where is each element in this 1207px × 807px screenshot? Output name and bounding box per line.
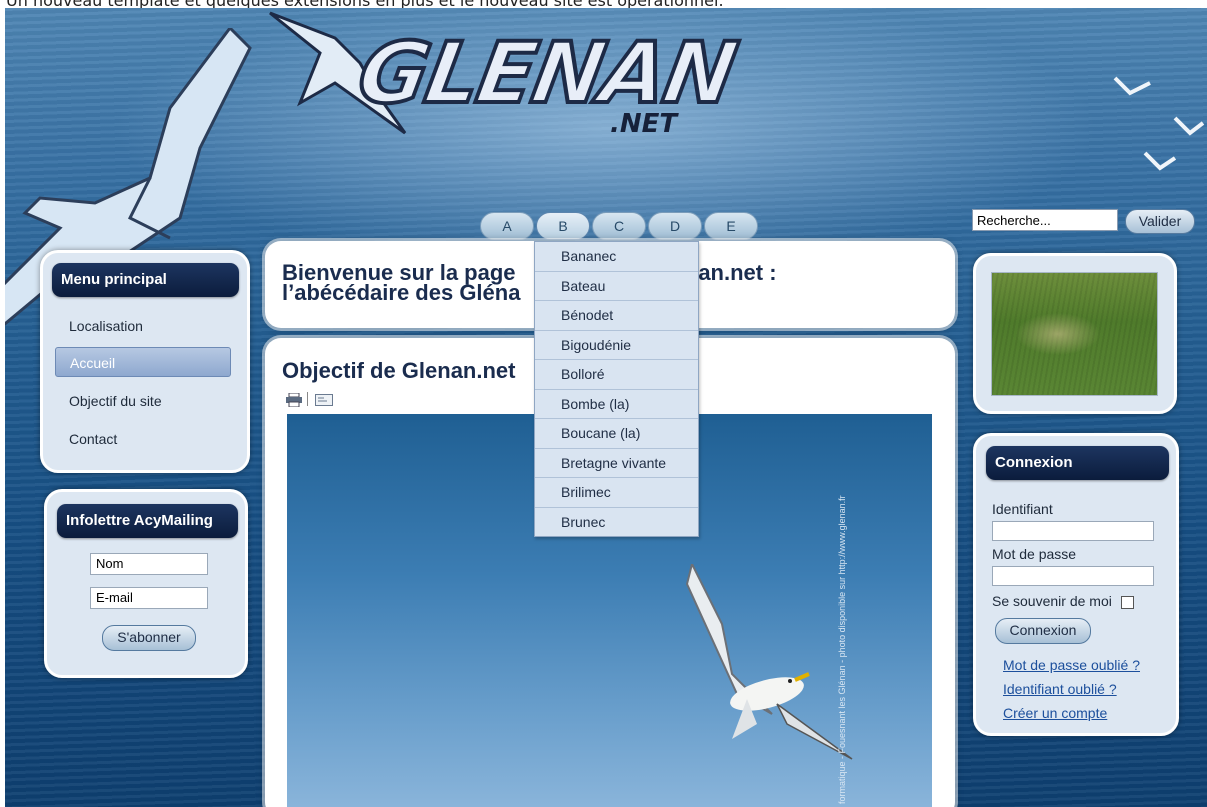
forgot-password-link[interactable]: Mot de passe oublié ? xyxy=(1003,657,1140,673)
site-background: GLENAN .NET A B C D E Valider Menu princ… xyxy=(5,8,1207,807)
small-gulls-decoration xyxy=(1113,76,1205,171)
newsletter-email-field[interactable] xyxy=(90,587,208,609)
dropdown-item[interactable]: Bateau xyxy=(535,272,698,301)
site-logo[interactable]: GLENAN .NET xyxy=(349,22,744,139)
main-menu-title: Menu principal xyxy=(52,263,239,297)
icon-separator xyxy=(307,392,308,406)
tab-b[interactable]: B xyxy=(536,212,590,240)
login-title: Connexion xyxy=(986,446,1169,480)
search-submit-button[interactable]: Valider xyxy=(1125,209,1195,234)
letter-b-dropdown: Bananec Bateau Bénodet Bigoudénie Bollor… xyxy=(534,241,699,537)
tab-e[interactable]: E xyxy=(704,212,758,240)
create-account-link[interactable]: Créer un compte xyxy=(1003,705,1107,721)
login-panel: Connexion Identifiant Mot de passe Se so… xyxy=(973,433,1179,736)
tab-d[interactable]: D xyxy=(648,212,702,240)
dropdown-item[interactable]: Bénodet xyxy=(535,301,698,331)
forgot-username-link[interactable]: Identifiant oublié ? xyxy=(1003,681,1117,697)
remember-label: Se souvenir de moi xyxy=(992,593,1112,609)
image-panel xyxy=(973,253,1177,414)
thumbnail-image[interactable] xyxy=(991,272,1158,396)
newsletter-panel: Infolettre AcyMailing S'abonner xyxy=(44,489,248,678)
logo-text: GLENAN xyxy=(349,22,744,124)
main-menu-panel: Menu principal Localisation Accueil Obje… xyxy=(40,250,250,473)
dropdown-item[interactable]: Bigoudénie xyxy=(535,331,698,360)
menu-item-accueil[interactable]: Accueil xyxy=(55,347,231,377)
subscribe-button[interactable]: S'abonner xyxy=(102,625,196,651)
remember-checkbox[interactable] xyxy=(1121,596,1134,609)
article-title: Objectif de Glenan.net xyxy=(282,358,516,383)
photo-credit: formatique - Fouesnant les Glénan - phot… xyxy=(837,495,847,804)
login-button[interactable]: Connexion xyxy=(995,618,1091,644)
tab-c[interactable]: C xyxy=(592,212,646,240)
alphabet-tabs: A B C D E xyxy=(480,212,758,240)
dropdown-item[interactable]: Bombe (la) xyxy=(535,390,698,419)
logo-suffix: .NET xyxy=(610,109,678,139)
print-icon[interactable] xyxy=(286,393,302,407)
dropdown-item[interactable]: Brunec xyxy=(535,508,698,537)
dropdown-item[interactable]: Bolloré xyxy=(535,360,698,390)
menu-item-localisation[interactable]: Localisation xyxy=(55,311,231,341)
menu-item-objectif[interactable]: Objectif du site xyxy=(55,386,231,416)
dropdown-item[interactable]: Brilimec xyxy=(535,478,698,508)
welcome-line2: l’abécédaire des Gléna xyxy=(282,280,521,305)
tab-a[interactable]: A xyxy=(480,212,534,240)
dropdown-item[interactable]: Bananec xyxy=(535,242,698,272)
dropdown-item[interactable]: Bretagne vivante xyxy=(535,449,698,478)
username-label: Identifiant xyxy=(992,501,1053,517)
newsletter-name-field[interactable] xyxy=(90,553,208,575)
menu-item-contact[interactable]: Contact xyxy=(55,424,231,454)
password-field[interactable] xyxy=(992,566,1154,586)
username-field[interactable] xyxy=(992,521,1154,541)
dropdown-item[interactable]: Boucane (la) xyxy=(535,419,698,449)
password-label: Mot de passe xyxy=(992,546,1077,562)
email-icon[interactable] xyxy=(315,394,333,406)
newsletter-title: Infolettre AcyMailing xyxy=(57,504,238,538)
search-input[interactable] xyxy=(972,209,1118,231)
